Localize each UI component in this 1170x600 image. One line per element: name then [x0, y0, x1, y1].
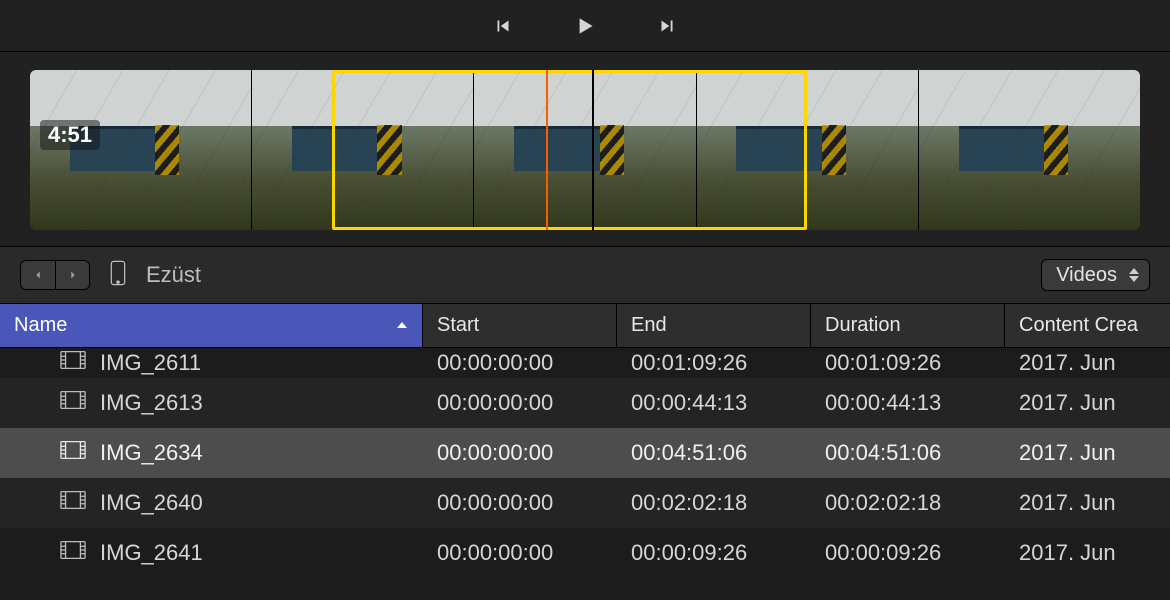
cell-start: 00:00:00:00 [423, 390, 617, 416]
video-clip-icon [60, 390, 86, 416]
column-label: Start [437, 314, 479, 337]
cell-duration: 00:02:02:18 [811, 490, 1005, 516]
cell-end: 00:02:02:18 [617, 490, 811, 516]
filmstrip-frame [252, 70, 473, 230]
cell-end: 00:01:09:26 [617, 350, 811, 376]
cell-name: IMG_2611 [0, 350, 423, 376]
chevron-right-icon [66, 268, 80, 282]
cell-start: 00:00:00:00 [423, 440, 617, 466]
chevron-left-icon [31, 268, 45, 282]
skip-next-icon [656, 15, 678, 37]
cell-start: 00:00:00:00 [423, 490, 617, 516]
video-clip-icon [60, 490, 86, 516]
cell-content-created: 2017. Jun [1005, 440, 1170, 466]
select-stepper-icon [1129, 268, 1139, 282]
cell-duration: 00:00:44:13 [811, 390, 1005, 416]
cell-start: 00:00:00:00 [423, 540, 617, 566]
clip-name: IMG_2613 [100, 390, 203, 416]
filmstrip[interactable] [30, 70, 1140, 230]
cell-end: 00:00:09:26 [617, 540, 811, 566]
device-phone-icon [108, 259, 128, 292]
clip-name: IMG_2611 [100, 350, 201, 376]
table-row[interactable]: IMG_264000:00:00:0000:02:02:1800:02:02:1… [0, 478, 1170, 528]
cell-start: 00:00:00:00 [423, 350, 617, 376]
clip-table-body: IMG_261100:00:00:0000:01:09:2600:01:09:2… [0, 348, 1170, 578]
cell-content-created: 2017. Jun [1005, 490, 1170, 516]
table-row[interactable]: IMG_261300:00:00:0000:00:44:1300:00:44:1… [0, 378, 1170, 428]
history-nav [20, 260, 90, 290]
media-filter-label: Videos [1056, 264, 1117, 287]
filmstrip-frame [697, 70, 918, 230]
cell-name: IMG_2613 [0, 390, 423, 416]
cell-name: IMG_2640 [0, 490, 423, 516]
video-clip-icon [60, 440, 86, 466]
device-name: Ezüst [146, 262, 201, 288]
back-button[interactable] [21, 261, 55, 289]
video-clip-icon [60, 540, 86, 566]
filmstrip-area[interactable]: 4:51 [0, 52, 1170, 246]
clip-name: IMG_2641 [100, 540, 203, 566]
cell-end: 00:00:44:13 [617, 390, 811, 416]
previous-button[interactable] [492, 15, 514, 37]
next-button[interactable] [656, 15, 678, 37]
filmstrip-frame [30, 70, 251, 230]
play-button[interactable] [572, 13, 598, 39]
cell-content-created: 2017. Jun [1005, 350, 1170, 376]
column-label: Duration [825, 314, 901, 337]
forward-button[interactable] [55, 261, 89, 289]
cell-name: IMG_2634 [0, 440, 423, 466]
cell-duration: 00:00:09:26 [811, 540, 1005, 566]
cell-duration: 00:01:09:26 [811, 350, 1005, 376]
clip-duration-badge: 4:51 [40, 120, 100, 150]
play-icon [572, 13, 598, 39]
column-header-content-created[interactable]: Content Crea [1005, 304, 1170, 347]
column-header-name[interactable]: Name [0, 304, 423, 347]
skip-previous-icon [492, 15, 514, 37]
clip-table-header: Name Start End Duration Content Crea [0, 304, 1170, 348]
column-label: Content Crea [1019, 314, 1138, 337]
video-clip-icon [60, 350, 86, 376]
clip-name: IMG_2640 [100, 490, 203, 516]
table-row[interactable]: IMG_261100:00:00:0000:01:09:2600:01:09:2… [0, 348, 1170, 378]
cell-content-created: 2017. Jun [1005, 390, 1170, 416]
sort-ascending-icon [396, 314, 408, 337]
table-row[interactable]: IMG_264100:00:00:0000:00:09:2600:00:09:2… [0, 528, 1170, 578]
column-header-start[interactable]: Start [423, 304, 617, 347]
column-header-end[interactable]: End [617, 304, 811, 347]
cell-end: 00:04:51:06 [617, 440, 811, 466]
browser-nav-bar: Ezüst Videos [0, 246, 1170, 304]
filmstrip-frame [474, 70, 695, 230]
table-row[interactable]: IMG_263400:00:00:0000:04:51:0600:04:51:0… [0, 428, 1170, 478]
column-label: End [631, 314, 667, 337]
playback-toolbar [0, 0, 1170, 52]
column-label: Name [14, 314, 67, 337]
clip-name: IMG_2634 [100, 440, 203, 466]
cell-duration: 00:04:51:06 [811, 440, 1005, 466]
cell-content-created: 2017. Jun [1005, 540, 1170, 566]
cell-name: IMG_2641 [0, 540, 423, 566]
column-header-duration[interactable]: Duration [811, 304, 1005, 347]
filmstrip-frame [919, 70, 1140, 230]
media-filter-select[interactable]: Videos [1041, 259, 1150, 291]
